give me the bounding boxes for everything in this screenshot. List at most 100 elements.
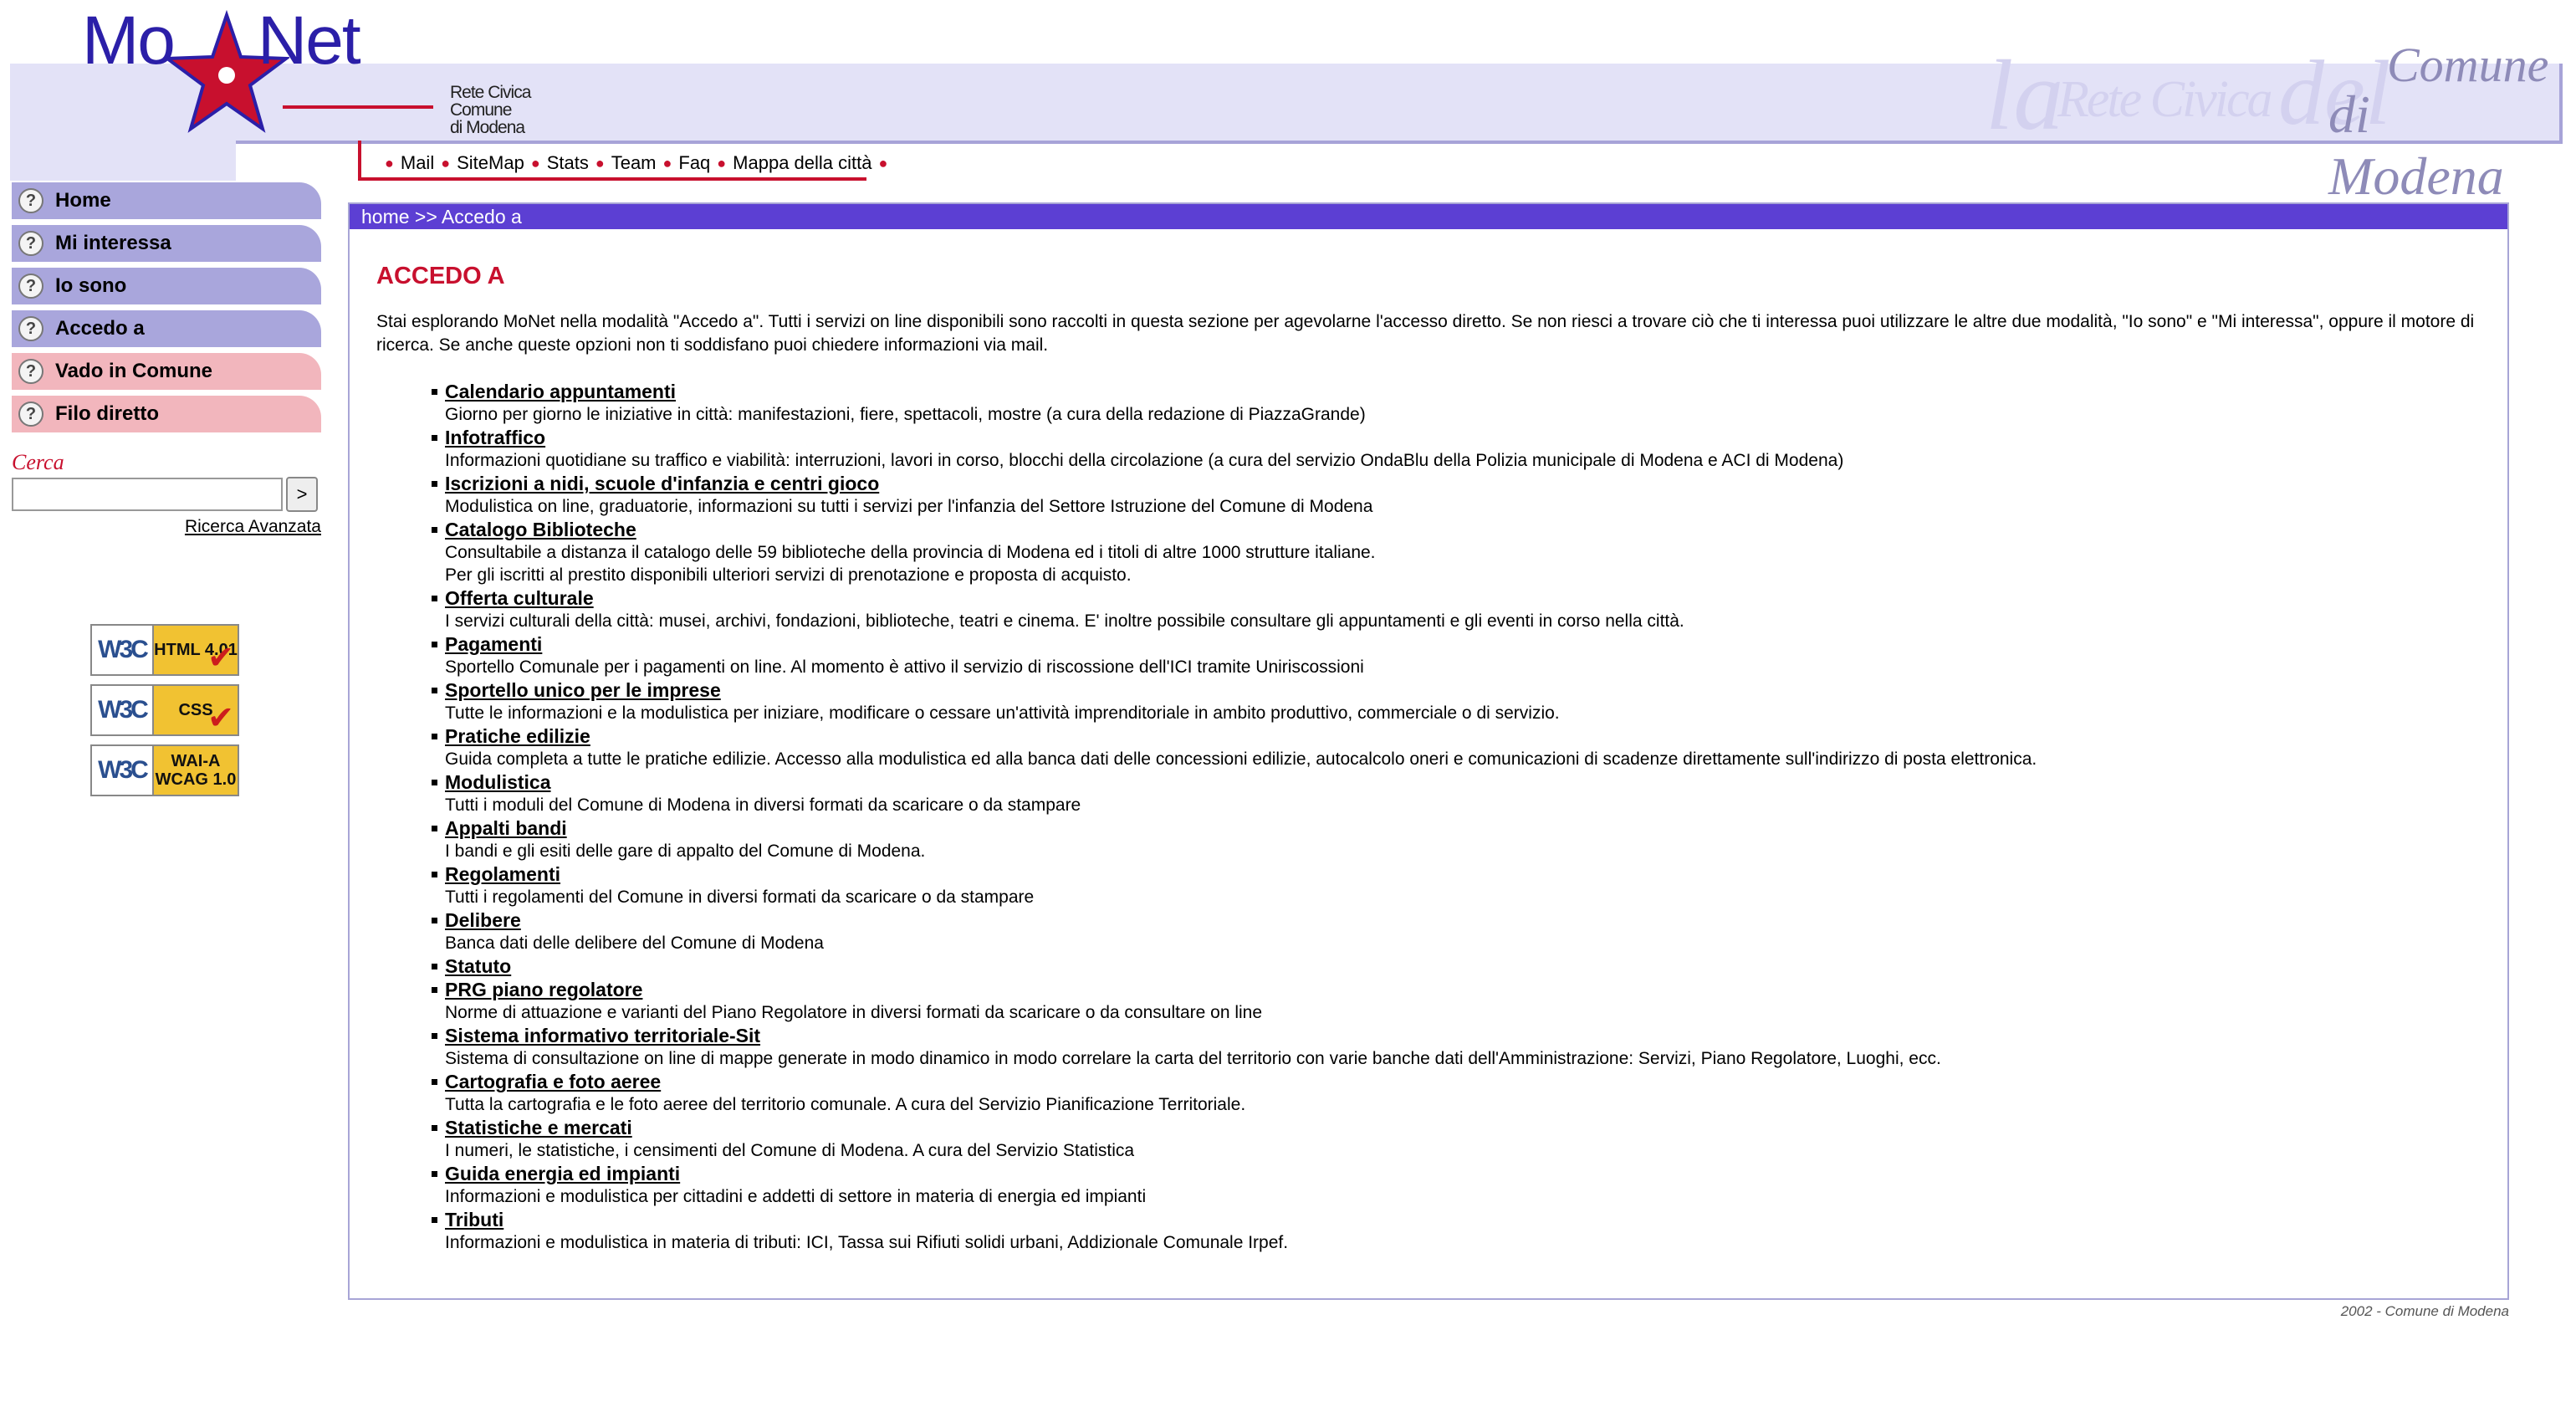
service-link[interactable]: Appalti bandi xyxy=(445,817,2481,840)
service-link[interactable]: Statuto xyxy=(445,955,2481,978)
sidebar-item-mi-interessa[interactable]: ? Mi interessa xyxy=(12,225,321,263)
question-icon: ? xyxy=(18,402,43,427)
breadcrumb[interactable]: home >> Accedo a xyxy=(350,204,2507,229)
service-link[interactable]: Catalogo Biblioteche xyxy=(445,519,2481,541)
search-submit-button[interactable]: > xyxy=(286,477,318,512)
list-item: PRG piano regolatore Norme di attuazione … xyxy=(432,979,2481,1024)
list-item: Sportello unico per le imprese Tutte le i… xyxy=(432,679,2481,724)
top-menu-team-link[interactable]: Team xyxy=(611,152,657,174)
service-link[interactable]: Calendario appuntamenti xyxy=(445,381,2481,403)
service-link[interactable]: PRG piano regolatore xyxy=(445,979,2481,1001)
service-description: Informazioni e modulistica in materia di… xyxy=(445,1233,1289,1252)
service-description: Banca dati delle delibere del Comune di … xyxy=(445,934,824,953)
sidebar-item-io-sono[interactable]: ? Io sono xyxy=(12,268,321,306)
header-title-graphic: la Rete Civica del Comune di Modena xyxy=(1986,37,2554,206)
service-description: Tutta la cartografia e le foto aeree del… xyxy=(445,1095,1246,1114)
advanced-search-link[interactable]: Ricerca Avanzata xyxy=(12,517,321,537)
list-item: Modulistica Tutti i moduli del Comune di … xyxy=(432,771,2481,816)
w3c-css-badge[interactable]: W3C CSS ✔ xyxy=(90,684,239,736)
service-link[interactable]: Sistema informativo territoriale-Sit xyxy=(445,1025,2481,1047)
top-menu-item: ● Mail xyxy=(378,152,434,174)
monet-logo[interactable]: Mo Net Rete Civica Comune di Modena xyxy=(74,3,531,141)
list-item: Statistiche e mercati I numeri, le statis… xyxy=(432,1117,2481,1162)
top-menu-item: ● Team xyxy=(589,152,657,174)
service-link[interactable]: Sportello unico per le imprese xyxy=(445,679,2481,702)
services-list: Calendario appuntamenti Giorno per giorno… xyxy=(376,381,2481,1254)
service-link[interactable]: Pagamenti xyxy=(445,633,2481,656)
w3c-logo-text: W3C xyxy=(98,756,149,784)
badge-label-text: WAI-A WCAG 1.0 xyxy=(155,752,237,789)
sidebar-item-vado-in-comune[interactable]: ? Vado in Comune xyxy=(12,353,321,391)
service-link[interactable]: Modulistica xyxy=(445,771,2481,794)
logo-mo-text: Mo xyxy=(82,3,176,79)
service-description: Consultabile a distanza il catalogo dell… xyxy=(445,543,1376,585)
checkmark-icon: ✔ xyxy=(207,641,234,676)
bullet-dot-icon: ● xyxy=(717,154,727,171)
sidebar-item-accedo-a[interactable]: ? Accedo a xyxy=(12,310,321,349)
question-icon: ? xyxy=(18,188,43,213)
top-menu-mappa-link[interactable]: Mappa della città xyxy=(733,152,871,174)
top-menu-sitemap-link[interactable]: SiteMap xyxy=(457,152,524,174)
logo-net-text: Net xyxy=(258,3,361,79)
search-input[interactable] xyxy=(12,478,283,511)
w3c-wai-badge[interactable]: W3C WAI-A WCAG 1.0 xyxy=(90,744,239,796)
page-title: ACCEDO A xyxy=(376,263,505,289)
service-link[interactable]: Guida energia ed impianti xyxy=(445,1163,2481,1185)
list-item: Statuto xyxy=(432,955,2481,978)
top-menu-mail-link[interactable]: Mail xyxy=(401,152,434,174)
list-item: Tributi Informazioni e modulistica in mat… xyxy=(432,1209,2481,1254)
list-item: Infotraffico Informazioni quotidiane su t… xyxy=(432,427,2481,472)
sidebar-item-filo-diretto[interactable]: ? Filo diretto xyxy=(12,396,321,434)
service-link[interactable]: Pratiche edilizie xyxy=(445,725,2481,748)
question-icon: ? xyxy=(18,316,43,341)
sidebar-item-home[interactable]: ? Home xyxy=(12,182,321,221)
footer-copyright: 2002 - Comune di Modena xyxy=(2340,1303,2509,1319)
list-item: Appalti bandi I bandi e gli esiti delle g… xyxy=(432,817,2481,862)
logo-subtitle-line: di Modena xyxy=(450,118,525,137)
header-title-di-modena: di Modena xyxy=(2328,84,2504,206)
top-menu-item: ● Stats xyxy=(524,152,589,174)
service-description: Informazioni quotidiane su traffico e vi… xyxy=(445,451,1844,470)
logo-subtitle: Rete Civica Comune di Modena xyxy=(450,84,531,137)
service-link[interactable]: Offerta culturale xyxy=(445,587,2481,610)
service-description: I servizi culturali della città: musei, … xyxy=(445,611,1684,631)
badge-label: WAI-A WCAG 1.0 xyxy=(152,746,238,795)
list-item: Delibere Banca dati delle delibere del Co… xyxy=(432,909,2481,954)
service-description: Giorno per giorno le iniziative in città… xyxy=(445,405,1366,424)
w3c-logo-text: W3C xyxy=(98,636,149,663)
logo-subtitle-line: Comune xyxy=(450,100,512,120)
list-item: Sistema informativo territoriale-Sit Sist… xyxy=(432,1025,2481,1070)
sidebar-item-label: Home xyxy=(55,189,111,212)
service-link[interactable]: Infotraffico xyxy=(445,427,2481,449)
service-link[interactable]: Regolamenti xyxy=(445,863,2481,886)
badge-label: HTML 4.01 ✔ xyxy=(152,626,238,674)
top-menu-stats-link[interactable]: Stats xyxy=(547,152,589,174)
service-description: Informazioni e modulistica per cittadini… xyxy=(445,1187,1147,1206)
service-link[interactable]: Tributi xyxy=(445,1209,2481,1231)
service-link[interactable]: Delibere xyxy=(445,909,2481,932)
top-menu: ● Mail ● SiteMap ● Stats ● Team ● Faq ● Mappa … xyxy=(358,141,887,181)
search-row: > xyxy=(12,477,321,512)
service-description: I numeri, le statistiche, i censimenti d… xyxy=(445,1141,1135,1160)
question-icon: ? xyxy=(18,231,43,256)
bullet-dot-icon: ● xyxy=(595,154,605,171)
list-item: Iscrizioni a nidi, scuole d'infanzia e c… xyxy=(432,473,2481,518)
header-title-rete-civica: Rete Civica xyxy=(2057,71,2272,128)
search-box: Cerca > Ricerca Avanzata xyxy=(12,450,321,537)
bullet-dot-icon: ● xyxy=(385,154,394,171)
main-content: ACCEDO A Stai esplorando MoNet nella mod… xyxy=(350,229,2507,1254)
w3c-html-badge[interactable]: W3C HTML 4.01 ✔ xyxy=(90,624,239,676)
top-menu-item: ● Mappa della città ● xyxy=(710,152,894,174)
service-link[interactable]: Iscrizioni a nidi, scuole d'infanzia e c… xyxy=(445,473,2481,495)
list-item: Catalogo Biblioteche Consultabile a dista… xyxy=(432,519,2481,586)
bullet-dot-icon: ● xyxy=(530,154,540,171)
service-link[interactable]: Statistiche e mercati xyxy=(445,1117,2481,1139)
search-label: Cerca xyxy=(12,450,64,474)
service-description: Modulistica on line, graduatorie, inform… xyxy=(445,497,1373,516)
service-description: Tutte le informazioni e la modulistica p… xyxy=(445,703,1560,723)
service-description: I bandi e gli esiti delle gare di appalt… xyxy=(445,842,926,861)
top-menu-faq-link[interactable]: Faq xyxy=(678,152,710,174)
header-title-la: la xyxy=(1986,39,2064,151)
list-item: Offerta culturale I servizi culturali del… xyxy=(432,587,2481,632)
service-link[interactable]: Cartografia e foto aeree xyxy=(445,1071,2481,1093)
